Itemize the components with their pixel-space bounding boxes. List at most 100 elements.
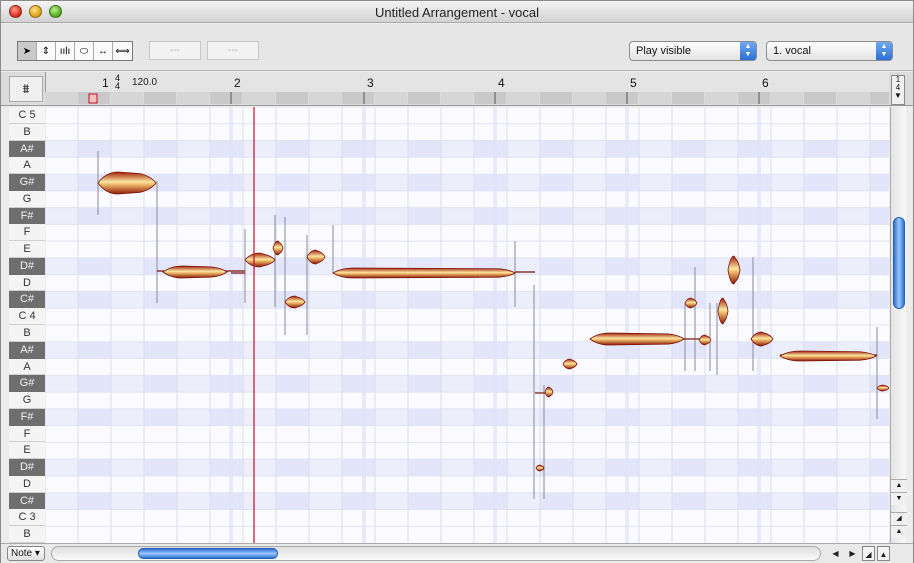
piano-key[interactable]: E [9,442,45,460]
track-select[interactable]: 1. vocal ▲ ▼ [766,41,893,61]
formant-tool-icon[interactable]: ıılı [56,42,75,60]
zoom-out-pitch-button[interactable]: ▲ [891,525,907,538]
piano-key[interactable]: E [9,241,45,258]
beat-cell [210,408,243,426]
pitch-row [45,475,889,493]
beat-cell [408,291,441,309]
piano-key[interactable]: A [9,157,45,175]
note-blob [589,332,685,346]
piano-key[interactable]: C 4 [9,308,45,325]
play-mode-select[interactable]: Play visible ▲ ▼ [629,41,757,61]
piano-key[interactable]: A [9,358,45,376]
scroll-right-button[interactable]: ▶ [846,546,859,561]
piano-key[interactable]: F# [9,207,45,225]
pitch-row [45,509,889,527]
time-field[interactable]: --- [207,41,259,60]
beat-cell [804,174,837,191]
piano-key[interactable]: B [9,526,45,544]
beat-cell [78,207,111,225]
amplitude-tool-icon[interactable]: ⬭ [75,42,94,60]
piano-key[interactable]: D [9,475,45,493]
piano-key[interactable]: F [9,425,45,443]
note-mode-select[interactable]: Note ▾ [7,546,45,561]
ruler-cell [507,92,539,104]
piano-key[interactable]: A# [9,140,45,158]
beat-cell [606,408,639,426]
beat-cell [78,459,111,476]
beat-cell [672,174,705,191]
piano-key[interactable]: D [9,274,45,292]
beat-cell [606,140,639,158]
beat-cell [144,375,177,393]
beat-cell [606,174,639,191]
pitch-tool-icon[interactable]: ⇕ [37,42,56,60]
scale-icon[interactable]: ⩩ [9,76,43,102]
pitch-grid-canvas[interactable] [45,107,889,543]
beat-cell [738,257,771,275]
piano-key[interactable]: F# [9,408,45,426]
ruler-cell [474,92,506,104]
ruler-cell [144,92,176,104]
arrow-pointer-icon[interactable]: ➤ [18,42,37,60]
select-arrows-icon: ▲ ▼ [740,42,756,60]
beat-cell [870,492,889,510]
beat-cell [474,408,507,426]
piano-keyboard[interactable]: C 5 B A# A G# G F# F E D# D C# C 4 B A# A G# G F# F E D# D C# C … [9,107,45,544]
piano-key[interactable]: B [9,123,45,141]
piano-key[interactable]: G [9,392,45,409]
bar-band [625,107,629,543]
scroll-left-button[interactable]: ◀ [829,546,842,561]
piano-key[interactable]: A# [9,341,45,359]
vertical-scroll-thumb[interactable] [893,217,905,309]
zoom-in-pitch-button[interactable]: ◢ [891,512,907,525]
note-grid[interactable] [45,107,889,543]
pitch-field[interactable]: --- [149,41,201,60]
beat-cell [276,408,309,426]
beat-cell [210,140,243,158]
piano-key[interactable]: G# [9,375,45,393]
scroll-up-button[interactable]: ▲ [891,479,907,492]
piano-key[interactable]: G# [9,174,45,191]
ruler-cell [540,92,572,104]
bar-ruler[interactable]: ⩩ 1 4 4 120.0 2 3 4 5 6 [1,72,913,106]
beat-cell [144,492,177,510]
piano-key[interactable]: C# [9,492,45,510]
separation-tool-icon[interactable]: ⟺ [113,42,132,60]
pitch-row [45,425,889,443]
beat-cell [276,207,309,225]
beat-cell [804,257,837,275]
scroll-down-button[interactable]: ▼ [891,492,907,505]
piano-key[interactable]: C# [9,291,45,309]
piano-key[interactable]: C 5 [9,107,45,124]
bar-label-4: 4 [498,76,505,90]
title-bar[interactable]: Untitled Arrangement - vocal [1,1,913,23]
piano-key[interactable]: F [9,224,45,242]
pitch-row [45,358,889,376]
beat-cell [606,375,639,393]
bar-band [362,107,366,543]
beat-cell [672,492,705,510]
zoom-out-time-button[interactable]: ▲ [877,546,890,561]
horizontal-scroll-thumb[interactable] [138,548,278,559]
piano-key[interactable]: D# [9,257,45,275]
beat-cell [276,492,309,510]
piano-key[interactable]: G [9,190,45,208]
piano-key[interactable]: C 3 [9,509,45,527]
beat-cell [144,291,177,309]
loop-start-marker [88,93,98,104]
ruler-cell [870,92,889,104]
beat-cell [474,140,507,158]
tempo-value[interactable]: 120.0 [132,77,157,88]
zoom-in-time-button[interactable]: ◢ [862,546,875,561]
horizontal-scrollbar[interactable] [51,546,821,561]
time-tool-icon[interactable]: ↔ [94,42,113,60]
piano-key[interactable]: B [9,325,45,342]
beat-cell [144,341,177,359]
piano-key[interactable]: D# [9,459,45,476]
vertical-scrollbar[interactable]: ▲ ▼ ◢ ▲ [890,107,907,543]
pitch-row [45,157,889,175]
beat-cell [474,291,507,309]
ruler-zoom-button[interactable]: 1 4 ▼ [891,75,905,105]
pitch-row [45,308,889,326]
pitch-row [45,392,889,409]
